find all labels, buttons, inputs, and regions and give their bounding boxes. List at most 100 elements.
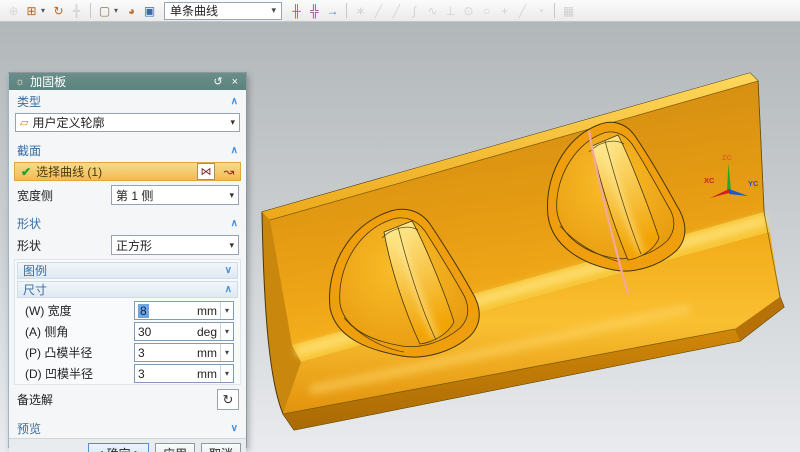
shape-detail-group: 图例 ∨ 尺寸 ∧ (W) 宽度 8 mm ▾ (A) 侧角 30 deg (14, 259, 241, 385)
arc-center-snap-icon[interactable]: ⊙ (460, 2, 477, 19)
preview-label: 预览 (17, 420, 41, 437)
chevron-up-icon[interactable]: ∧ (225, 284, 232, 295)
angle-bracket-part[interactable] (262, 73, 784, 430)
cancel-button[interactable]: 取消 (201, 443, 241, 452)
gear-icon: ☼ (15, 76, 25, 88)
dim-width-unit: mm (197, 304, 220, 318)
reset-icon[interactable]: ↺ (211, 75, 224, 88)
dimensions-band[interactable]: 尺寸 ∧ (17, 281, 238, 298)
legend-label: 图例 (23, 262, 47, 279)
selection-rectangle-icon[interactable]: ▢ (96, 2, 113, 19)
toolbar-separator (90, 3, 91, 18)
forward-arrow-icon[interactable]: → (324, 2, 341, 19)
view-tools-group: ⊕⊞▾↻╋ (3, 2, 87, 19)
chevron-down-icon[interactable]: ▾ (220, 344, 233, 361)
chevron-up-icon[interactable]: ∧ (231, 145, 238, 156)
selection-rectangle-icon-dropdown[interactable]: ▾ (114, 6, 122, 15)
shape-label: 形状 (17, 237, 41, 254)
dim-width-label: (W) 宽度 (25, 302, 72, 319)
section-header-type[interactable]: 类型 ∧ (9, 90, 246, 111)
highlight-sphere-icon[interactable]: ◕ (123, 2, 140, 19)
chevron-down-icon[interactable]: ▾ (220, 302, 233, 319)
chevron-down-icon[interactable]: ∨ (225, 265, 232, 276)
close-icon[interactable]: × (230, 76, 240, 88)
dim-row-width: (W) 宽度 8 mm ▾ (15, 300, 240, 321)
section-header-shape[interactable]: 形状 ∧ (9, 212, 246, 233)
snap-handle-icon[interactable]: ⊕ (5, 2, 22, 19)
rotate-view-icon[interactable]: ↻ (50, 2, 67, 19)
dim-punch-input[interactable]: 3 mm ▾ (134, 343, 234, 362)
dim-row-punch-radius: (P) 凸模半径 3 mm ▾ (15, 342, 240, 363)
end-point-snap-icon[interactable]: ∗ (352, 2, 369, 19)
pan-view-icon[interactable]: ╋ (68, 2, 85, 19)
shape-header-label: 形状 (17, 215, 41, 232)
chevron-down-icon[interactable]: ▾ (229, 190, 234, 201)
dialog-buttons: < 确定 > 应用 取消 (9, 438, 246, 452)
zoom-box-icon[interactable]: ⊞ (23, 2, 40, 19)
dim-angle-input[interactable]: 30 deg ▾ (134, 322, 234, 341)
section-header-label: 截面 (17, 142, 41, 159)
select-curve-row[interactable]: ✔ 选择曲线 (1) ⋈ ↝ (14, 162, 241, 181)
selection-filter-value: 单条曲线 (170, 2, 218, 19)
chevron-down-icon[interactable]: ▾ (271, 5, 276, 16)
chevron-down-icon[interactable]: ▾ (229, 240, 234, 251)
grid-icon[interactable]: ▦ (560, 2, 577, 19)
stop-at-intersection-icon[interactable]: ⋈ (197, 163, 215, 180)
x-axis-label: XC (704, 176, 715, 185)
section-header-preview[interactable]: 预览 ∨ (9, 417, 246, 438)
width-side-value: 第 1 侧 (116, 187, 153, 204)
cycle-solutions-icon[interactable]: ↻ (217, 389, 239, 410)
dim-row-angle: (A) 侧角 30 deg ▾ (15, 321, 240, 342)
dim-punch-label: (P) 凸模半径 (25, 344, 92, 361)
width-side-combo[interactable]: 第 1 侧 ▾ (111, 185, 239, 205)
point-dialog-icon[interactable]: ╬ (306, 2, 323, 19)
grid-group: ▦ (558, 2, 579, 19)
dim-die-value[interactable]: 3 (138, 367, 145, 381)
toolbar-separator (554, 3, 555, 18)
existing-point-snap-icon[interactable]: + (496, 2, 513, 19)
chevron-down-icon[interactable]: ∨ (231, 423, 238, 434)
mid-point-snap-icon[interactable]: ╱ (370, 2, 387, 19)
ok-button[interactable]: < 确定 > (88, 443, 149, 452)
control-point-snap-icon[interactable]: ╱ (388, 2, 405, 19)
dialog-title: 加固板 (30, 73, 206, 90)
quadrant-snap-icon[interactable]: ○ (478, 2, 495, 19)
dim-die-input[interactable]: 3 mm ▾ (134, 364, 234, 383)
spline-point-snap-icon[interactable]: ∫ (406, 2, 423, 19)
zoom-box-icon-dropdown[interactable]: ▾ (41, 6, 49, 15)
dim-angle-value[interactable]: 30 (138, 325, 151, 339)
dialog-titlebar[interactable]: ☼ 加固板 ↺ × (9, 73, 246, 90)
chevron-down-icon[interactable]: ▾ (230, 117, 235, 128)
snap-toggle-group: ╫╬→ (286, 2, 343, 19)
chevron-up-icon[interactable]: ∧ (231, 218, 238, 229)
snap-point-toggle-icon[interactable]: ╫ (288, 2, 305, 19)
toolbar-separator (346, 3, 347, 18)
type-combo[interactable]: ▱ 用户定义轮廓 ▾ (15, 113, 240, 132)
dimensions-label: 尺寸 (23, 281, 47, 298)
shape-combo[interactable]: 正方形 ▾ (111, 235, 239, 255)
point-on-curve-snap-icon[interactable]: ╱ (514, 2, 531, 19)
section-header-section[interactable]: 截面 ∧ (9, 139, 246, 160)
dim-die-label: (D) 凹模半径 (25, 365, 93, 382)
alternate-solution-row: 备选解 ↻ (9, 387, 246, 412)
chevron-down-icon[interactable]: ▾ (220, 323, 233, 340)
type-header-label: 类型 (17, 93, 41, 110)
gusset-dialog: ☼ 加固板 ↺ × 类型 ∧ ▱ 用户定义轮廓 ▾ 截面 ∧ ✔ 选择曲线 (1… (8, 72, 247, 448)
solid-body-filter-icon[interactable]: ▣ (141, 2, 158, 19)
dim-punch-value[interactable]: 3 (138, 346, 145, 360)
width-side-label: 宽度侧 (17, 187, 53, 204)
legend-band[interactable]: 图例 ∨ (17, 262, 238, 279)
intersection-snap-icon[interactable]: ⊥ (442, 2, 459, 19)
pole-snap-icon[interactable]: ∿ (424, 2, 441, 19)
chevron-up-icon[interactable]: ∧ (231, 96, 238, 107)
chevron-down-icon[interactable]: ▾ (220, 365, 233, 382)
selection-filter-combo[interactable]: 单条曲线 ▾ (164, 2, 282, 20)
point-on-face-snap-icon[interactable]: ◔ (532, 2, 549, 19)
apply-button[interactable]: 应用 (155, 443, 195, 452)
dim-angle-unit: deg (197, 325, 220, 339)
dim-width-value[interactable]: 8 (138, 304, 149, 318)
curve-rule-icon[interactable]: ↝ (220, 163, 238, 180)
dim-width-input[interactable]: 8 mm ▾ (134, 301, 234, 320)
dim-row-die-radius: (D) 凹模半径 3 mm ▾ (15, 363, 240, 384)
type-combo-value: 用户定义轮廓 (32, 114, 104, 131)
